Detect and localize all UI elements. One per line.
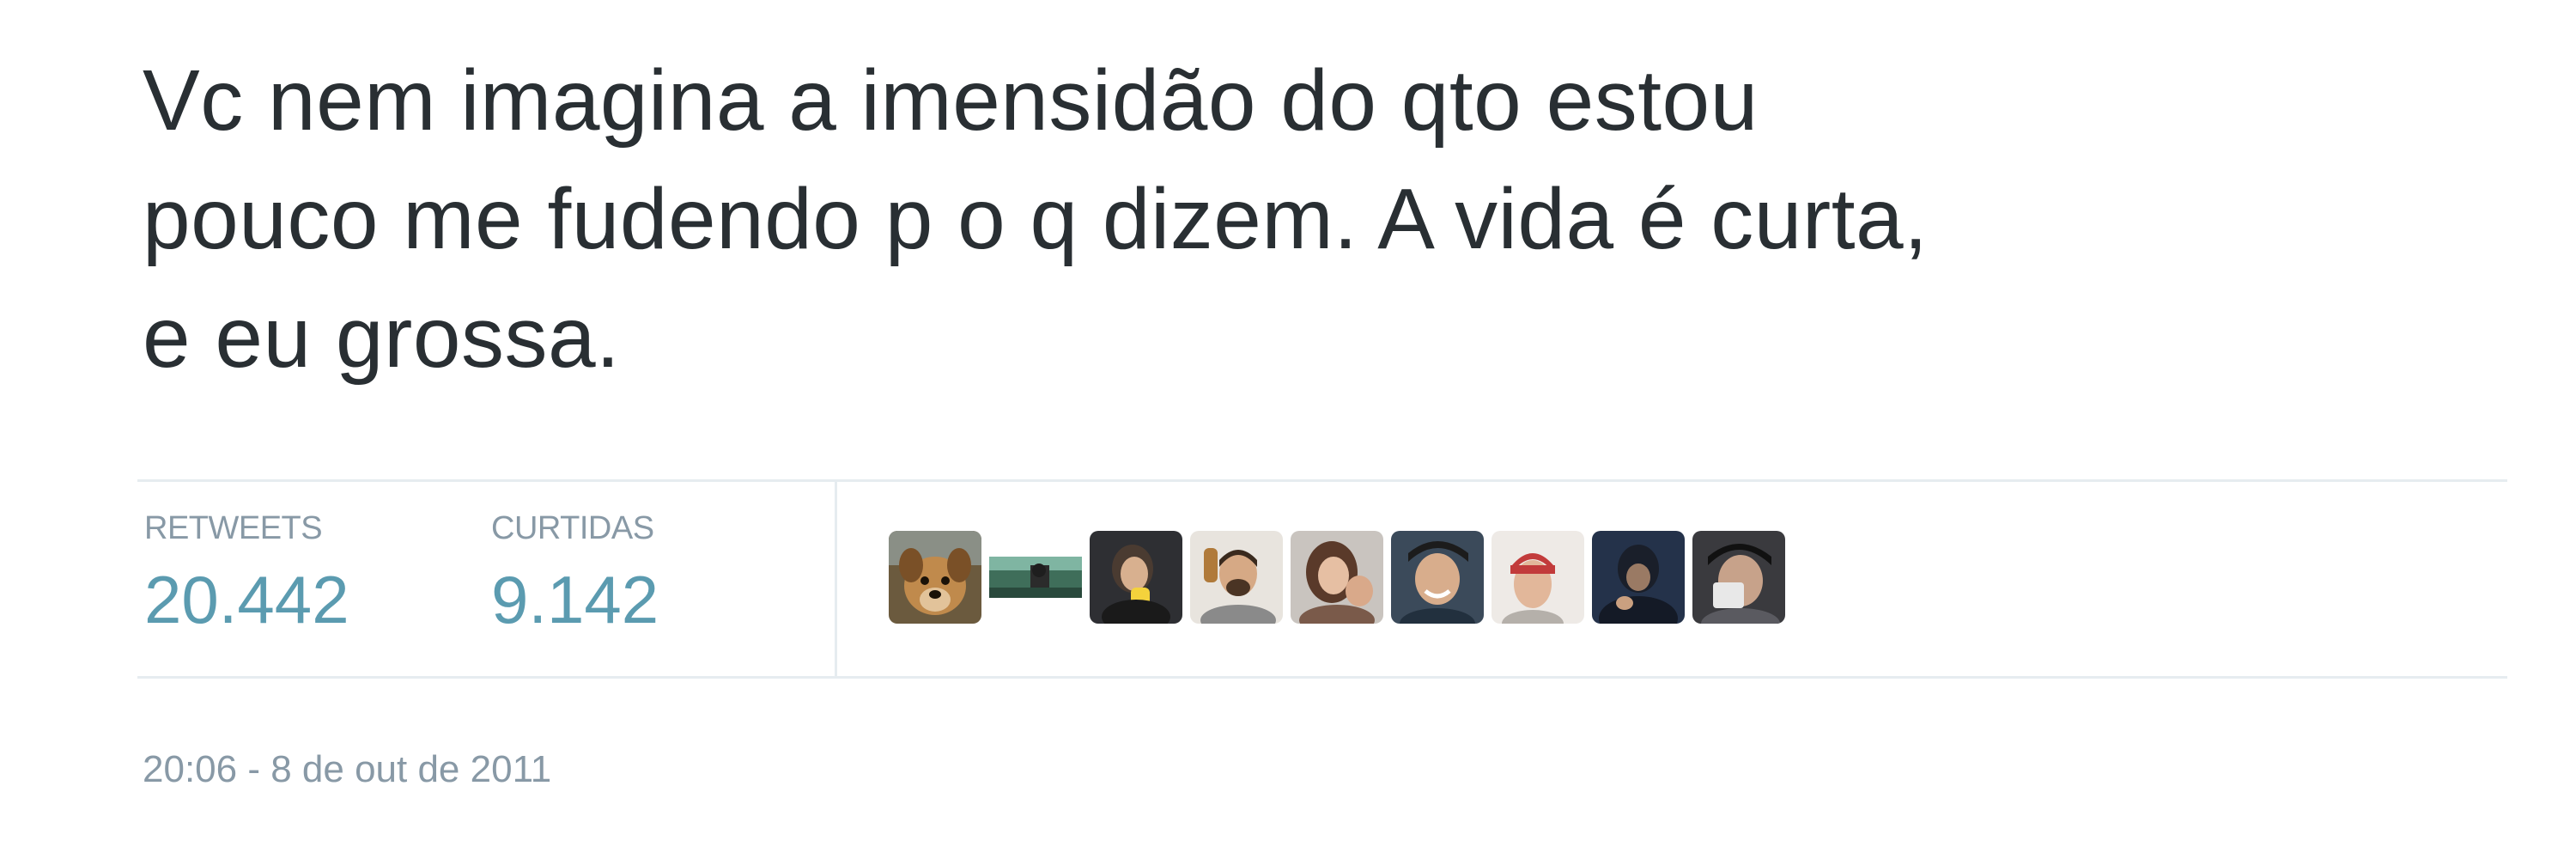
landscape-icon bbox=[989, 531, 1082, 624]
avatar[interactable] bbox=[1190, 531, 1283, 624]
likes-count: 9.142 bbox=[491, 562, 659, 637]
likes-stat[interactable]: CURTIDAS 9.142 bbox=[491, 508, 659, 638]
avatar[interactable] bbox=[1692, 531, 1785, 624]
avatar[interactable] bbox=[989, 531, 1082, 624]
avatar[interactable] bbox=[1090, 531, 1182, 624]
avatar[interactable] bbox=[1291, 531, 1383, 624]
avatar[interactable] bbox=[1492, 531, 1584, 624]
person-icon bbox=[1291, 531, 1383, 624]
avatar[interactable] bbox=[1592, 531, 1685, 624]
retweets-label: RETWEETS bbox=[144, 510, 323, 546]
retweets-count: 20.442 bbox=[144, 562, 349, 637]
person-icon bbox=[1592, 531, 1685, 624]
tweet-text-line: Vc nem imagina a imensidão do qto estou bbox=[143, 52, 1759, 149]
tweet-text-line: e eu grossa. bbox=[143, 289, 621, 386]
person-icon bbox=[1692, 531, 1785, 624]
person-icon bbox=[1391, 531, 1484, 624]
likes-label: CURTIDAS bbox=[491, 510, 654, 546]
dog-icon bbox=[889, 531, 981, 624]
person-icon bbox=[1190, 531, 1283, 624]
tweet-timestamp[interactable]: 20:06 - 8 de out de 2011 bbox=[143, 746, 551, 794]
tweet-text: Vc nem imagina a imensidão do qto estou … bbox=[143, 41, 2512, 397]
avatar[interactable] bbox=[889, 531, 981, 624]
tweet-stats: RETWEETS 20.442 CURTIDAS 9.142 bbox=[137, 479, 2507, 679]
person-icon bbox=[1492, 531, 1584, 624]
avatar[interactable] bbox=[1391, 531, 1484, 624]
retweets-stat[interactable]: RETWEETS 20.442 bbox=[144, 508, 349, 638]
avatar-row bbox=[889, 531, 1785, 624]
tweet-text-line: pouco me fudendo p o q dizem. A vida é c… bbox=[143, 171, 1929, 267]
stats-divider bbox=[835, 482, 837, 676]
person-icon bbox=[1090, 531, 1182, 624]
